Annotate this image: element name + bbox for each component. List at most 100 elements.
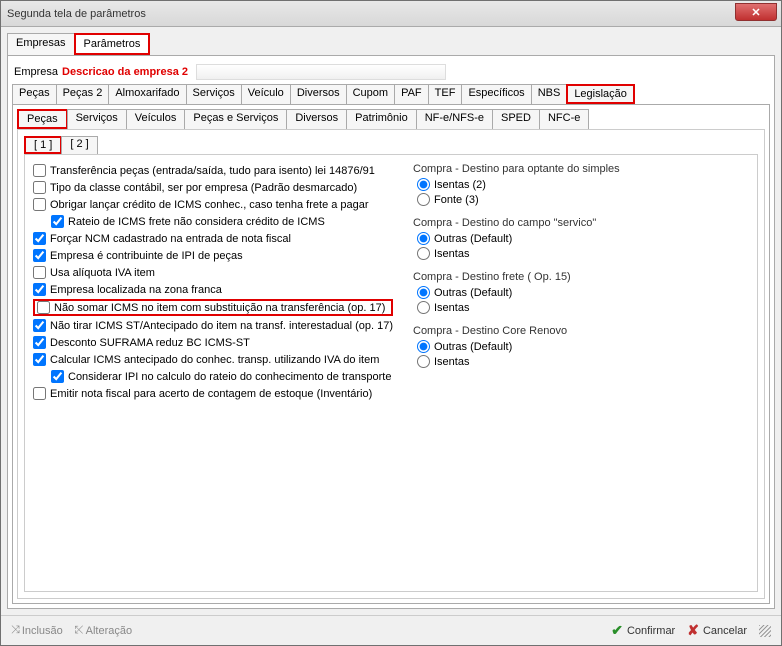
cat-nbs[interactable]: NBS (531, 84, 568, 104)
sub-pecas-servicos[interactable]: Peças e Serviços (184, 109, 287, 129)
cat-paf[interactable]: PAF (394, 84, 429, 104)
sub-servicos[interactable]: Serviços (67, 109, 127, 129)
radio-g3-outras-box[interactable] (417, 286, 430, 299)
category-panel: Peças Serviços Veículos Peças e Serviços… (12, 105, 770, 604)
radio-g3-outras-label: Outras (Default) (434, 287, 512, 299)
chk-contribuinte-ipi-box[interactable] (33, 249, 46, 262)
plus-arrow-icon: ⤨ (11, 624, 20, 637)
inclusao-button[interactable]: ⤨ Inclusão (11, 624, 63, 637)
category-tabs: Peças Peças 2 Almoxarifado Serviços Veíc… (12, 84, 770, 105)
chk-obrigar-box[interactable] (33, 198, 46, 211)
chk-emitir-nf-label: Emitir nota fiscal para acerto de contag… (50, 388, 372, 400)
num-tabs: [ 1 ] [ 2 ] (24, 136, 758, 154)
cat-almox[interactable]: Almoxarifado (108, 84, 186, 104)
cat-servicos[interactable]: Serviços (186, 84, 242, 104)
radio-g2-isentas-box[interactable] (417, 247, 430, 260)
rgroup-campo-servico: Compra - Destino do campo "servico" Outr… (413, 217, 620, 261)
chk-transferencia[interactable]: Transferência peças (entrada/saída, tudo… (33, 163, 393, 178)
check-icon: ✔ (611, 622, 623, 639)
chk-rateio-frete-label: Rateio de ICMS frete não considera crédi… (68, 216, 325, 228)
chk-emitir-nf-box[interactable] (33, 387, 46, 400)
tab-empresas[interactable]: Empresas (7, 33, 75, 55)
radio-isentas-2[interactable]: Isentas (2) (417, 177, 620, 192)
cancelar-button[interactable]: ✘ Cancelar (687, 622, 747, 639)
chk-considerar-ipi-box[interactable] (51, 370, 64, 383)
num-tab-2[interactable]: [ 2 ] (61, 136, 97, 154)
chk-rateio-frete[interactable]: Rateio de ICMS frete não considera crédi… (51, 214, 393, 229)
chk-rateio-frete-box[interactable] (51, 215, 64, 228)
radio-fonte-3[interactable]: Fonte (3) (417, 192, 620, 207)
chk-transferencia-box[interactable] (33, 164, 46, 177)
chk-contribuinte-ipi[interactable]: Empresa é contribuinte de IPI de peças (33, 248, 393, 263)
radio-g3-isentas[interactable]: Isentas (417, 300, 620, 315)
radio-g2-isentas[interactable]: Isentas (417, 246, 620, 261)
chk-obrigar-label: Obrigar lançar crédito de ICMS conhec., … (50, 199, 369, 211)
cat-legislacao[interactable]: Legislação (566, 84, 635, 104)
sub-sped[interactable]: SPED (492, 109, 540, 129)
chk-emitir-nf[interactable]: Emitir nota fiscal para acerto de contag… (33, 386, 393, 401)
radio-g4-isentas-label: Isentas (434, 356, 469, 368)
empresa-input[interactable] (196, 64, 446, 80)
chk-calcular-icms-box[interactable] (33, 353, 46, 366)
empresa-desc: Descricao da empresa 2 (62, 66, 188, 78)
rgroup-destino-frete: Compra - Destino frete ( Op. 15) Outras … (413, 271, 620, 315)
radio-g2-outras-box[interactable] (417, 232, 430, 245)
chk-considerar-ipi[interactable]: Considerar IPI no calculo do rateio do c… (51, 369, 393, 384)
cat-diversos[interactable]: Diversos (290, 84, 347, 104)
sub-veiculos[interactable]: Veículos (126, 109, 186, 129)
alteracao-button[interactable]: ⤪ Alteração (75, 624, 132, 637)
sub-nfce[interactable]: NFC-e (539, 109, 589, 129)
chk-nao-tirar-icms-st[interactable]: Não tirar ICMS ST/Antecipado do item na … (33, 318, 393, 333)
chk-zona-franca[interactable]: Empresa localizada na zona franca (33, 282, 393, 297)
rgroup-optante-simples: Compra - Destino para optante do simples… (413, 163, 620, 207)
chk-suframa[interactable]: Desconto SUFRAMA reduz BC ICMS-ST (33, 335, 393, 350)
sub-diversos[interactable]: Diversos (286, 109, 347, 129)
sub-nfe-nfse[interactable]: NF-e/NFS-e (416, 109, 493, 129)
chk-nao-tirar-icms-st-box[interactable] (33, 319, 46, 332)
chk-obrigar[interactable]: Obrigar lançar crédito de ICMS conhec., … (33, 197, 393, 212)
chk-transferencia-label: Transferência peças (entrada/saída, tudo… (50, 165, 375, 177)
chk-forcar-ncm-box[interactable] (33, 232, 46, 245)
num-tab-1[interactable]: [ 1 ] (24, 136, 62, 154)
sub-patrimonio[interactable]: Patrimônio (346, 109, 417, 129)
cat-tef[interactable]: TEF (428, 84, 463, 104)
chk-nao-somar-icms-box[interactable] (37, 301, 50, 314)
cat-pecas[interactable]: Peças (12, 84, 57, 104)
chk-suframa-box[interactable] (33, 336, 46, 349)
cat-especificos[interactable]: Específicos (461, 84, 531, 104)
confirmar-button[interactable]: ✔ Confirmar (611, 622, 675, 639)
radio-isentas-2-box[interactable] (417, 178, 430, 191)
radio-g3-isentas-box[interactable] (417, 301, 430, 314)
cat-veiculo[interactable]: Veículo (241, 84, 291, 104)
chk-calcular-icms[interactable]: Calcular ICMS antecipado do conhec. tran… (33, 352, 393, 367)
title-bar: Segunda tela de parâmetros ✕ (1, 1, 781, 27)
alteracao-label: Alteração (86, 625, 132, 637)
tab-parametros[interactable]: Parâmetros (74, 33, 151, 55)
rgroup-title-2: Compra - Destino do campo "servico" (413, 217, 620, 229)
checkbox-column: Transferência peças (entrada/saída, tudo… (33, 163, 393, 583)
resize-grip-icon[interactable] (759, 625, 771, 637)
radio-fonte-3-box[interactable] (417, 193, 430, 206)
radio-g3-isentas-label: Isentas (434, 302, 469, 314)
chk-aliquota-iva-box[interactable] (33, 266, 46, 279)
rgroup-title-1: Compra - Destino para optante do simples (413, 163, 620, 175)
chk-aliquota-iva[interactable]: Usa alíquota IVA item (33, 265, 393, 280)
confirmar-label: Confirmar (627, 625, 675, 637)
chk-tipo-classe[interactable]: Tipo da classe contábil, ser por empresa… (33, 180, 393, 195)
cat-cupom[interactable]: Cupom (346, 84, 395, 104)
radio-g4-isentas-box[interactable] (417, 355, 430, 368)
empresa-row: Empresa Descricao da empresa 2 (12, 60, 770, 84)
radio-g2-outras[interactable]: Outras (Default) (417, 231, 620, 246)
radio-g4-outras[interactable]: Outras (Default) (417, 339, 620, 354)
radio-g2-isentas-label: Isentas (434, 248, 469, 260)
cat-pecas2[interactable]: Peças 2 (56, 84, 110, 104)
radio-g4-isentas[interactable]: Isentas (417, 354, 620, 369)
chk-tipo-classe-box[interactable] (33, 181, 46, 194)
radio-g4-outras-box[interactable] (417, 340, 430, 353)
sub-pecas[interactable]: Peças (17, 109, 68, 129)
chk-forcar-ncm[interactable]: Forçar NCM cadastrado na entrada de nota… (33, 231, 393, 246)
radio-g3-outras[interactable]: Outras (Default) (417, 285, 620, 300)
close-button[interactable]: ✕ (735, 3, 777, 21)
chk-zona-franca-box[interactable] (33, 283, 46, 296)
chk-nao-somar-icms[interactable]: Não somar ICMS no item com substituição … (33, 299, 393, 316)
